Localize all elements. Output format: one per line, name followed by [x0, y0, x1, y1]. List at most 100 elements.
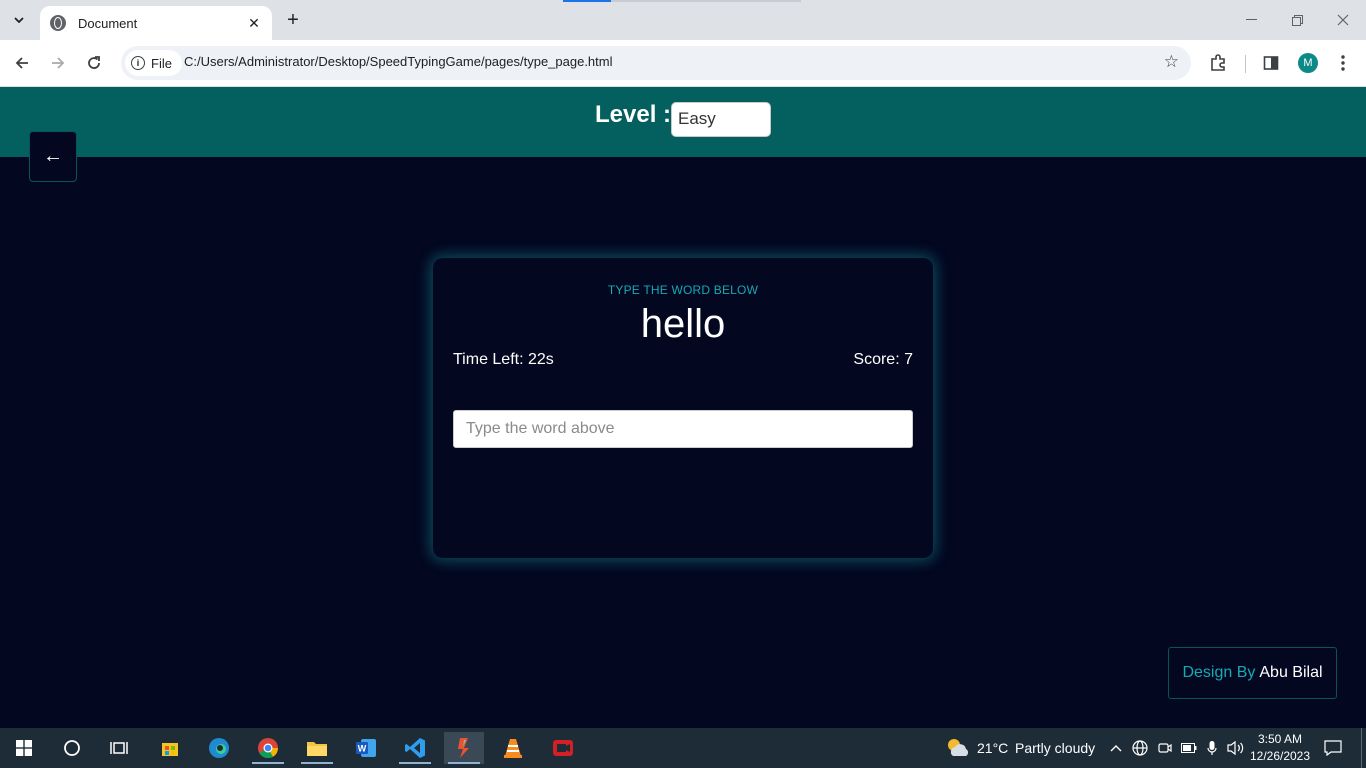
- task-view-icon: [110, 742, 128, 754]
- vscode-icon: [405, 738, 425, 758]
- recorder-icon: [553, 740, 573, 756]
- score: Score: 7: [853, 351, 913, 368]
- vlc-icon: [504, 739, 522, 758]
- profile-avatar[interactable]: M: [1298, 53, 1318, 73]
- app-icon: [458, 738, 469, 758]
- chrome-active-indicator: [252, 762, 284, 764]
- site-info-label: File: [151, 55, 172, 71]
- network-tray[interactable]: [1130, 738, 1150, 758]
- chrome-button[interactable]: [248, 732, 288, 764]
- chrome-icon: [258, 738, 279, 759]
- task-view-button[interactable]: [100, 732, 140, 764]
- level-select[interactable]: Easy: [671, 102, 771, 137]
- recorder-button[interactable]: [543, 732, 583, 764]
- credit-name: Abu Bilal: [1259, 664, 1323, 681]
- tab-indicator-track: [611, 0, 801, 2]
- show-desktop-button[interactable]: [1361, 728, 1362, 768]
- arrow-left-icon: ←: [43, 145, 63, 167]
- forward-nav-button[interactable]: [45, 50, 71, 76]
- search-icon: [64, 740, 80, 756]
- arrow-right-icon: [52, 57, 65, 69]
- camera-icon: [1158, 743, 1172, 753]
- file-explorer-icon: [307, 742, 327, 756]
- more-vertical-icon: [1341, 55, 1345, 71]
- vscode-active-indicator: [399, 762, 431, 764]
- notification-icon: [1324, 740, 1342, 756]
- vlc-button[interactable]: [493, 732, 533, 764]
- browser-tabstrip: Document ✕ +: [0, 0, 1366, 40]
- edge-icon: [209, 738, 229, 758]
- close-tab-icon[interactable]: ✕: [246, 15, 262, 32]
- reload-icon: [88, 56, 100, 69]
- bookmark-star-icon[interactable]: ☆: [1164, 52, 1179, 72]
- reload-button[interactable]: [81, 50, 107, 76]
- arrow-left-icon: [15, 57, 28, 69]
- restore-icon: [1291, 14, 1303, 26]
- instruction-text: TYPE THE WORD BELOW: [607, 283, 759, 297]
- file-explorer-button[interactable]: [297, 732, 337, 764]
- side-panel-icon: [1263, 56, 1279, 70]
- restore-button[interactable]: [1274, 8, 1320, 32]
- meet-now-tray[interactable]: [1155, 738, 1175, 758]
- active-app-button[interactable]: [444, 732, 484, 764]
- show-hidden-icons[interactable]: [1106, 738, 1126, 758]
- active-app-indicator: [448, 762, 480, 764]
- clock-date: 12/26/2023: [1249, 749, 1311, 763]
- tab-title: Document: [78, 15, 138, 31]
- weather-temp[interactable]: 21°C: [977, 740, 1008, 756]
- vscode-button[interactable]: [395, 732, 435, 764]
- toolbar-separator: [1245, 55, 1246, 73]
- tab-search-button[interactable]: [6, 8, 32, 32]
- word-input[interactable]: [453, 410, 913, 448]
- url-text[interactable]: C:/Users/Administrator/Desktop/SpeedTypi…: [184, 54, 613, 69]
- design-credit: Design By Abu Bilal: [1168, 647, 1337, 699]
- back-button[interactable]: ←: [29, 131, 77, 182]
- volume-tray[interactable]: [1226, 738, 1246, 758]
- weather-widget[interactable]: [938, 732, 978, 764]
- globe-network-icon: [1132, 740, 1148, 756]
- minimize-icon: [1245, 19, 1257, 20]
- partly-cloudy-icon: [948, 739, 969, 756]
- close-icon: [1337, 14, 1349, 26]
- store-icon: [162, 743, 178, 756]
- battery-tray[interactable]: [1179, 738, 1199, 758]
- browser-menu-button[interactable]: [1330, 50, 1356, 76]
- start-button[interactable]: [4, 732, 44, 764]
- chevron-down-icon: [14, 17, 24, 23]
- chevron-up-icon: [1110, 745, 1122, 752]
- weather-desc[interactable]: Partly cloudy: [1015, 740, 1095, 756]
- level-label: Level :: [595, 101, 672, 128]
- search-button[interactable]: [52, 732, 92, 764]
- new-tab-button[interactable]: +: [282, 8, 304, 32]
- game-card: TYPE THE WORD BELOW hello Time Left: 22s…: [433, 258, 933, 558]
- tab-indicator: [563, 0, 611, 2]
- word-button[interactable]: W: [346, 732, 386, 764]
- minimize-button[interactable]: [1228, 8, 1274, 32]
- browser-tab[interactable]: Document ✕: [40, 6, 272, 40]
- credit-prefix: Design By: [1182, 664, 1256, 681]
- address-bar[interactable]: i File C:/Users/Administrator/Desktop/Sp…: [121, 46, 1191, 80]
- side-panel-button[interactable]: [1258, 50, 1284, 76]
- system-clock[interactable]: 3:50 AM 12/26/2023: [1246, 731, 1314, 765]
- microphone-icon: [1207, 741, 1217, 755]
- close-window-button[interactable]: [1320, 8, 1366, 32]
- edge-button[interactable]: [199, 732, 239, 764]
- explorer-active-indicator: [301, 762, 333, 764]
- notifications-button[interactable]: [1323, 738, 1343, 758]
- word-icon: W: [356, 739, 376, 757]
- battery-icon: [1181, 743, 1197, 753]
- target-word: hello: [640, 302, 726, 346]
- clock-time: 3:50 AM: [1257, 732, 1303, 746]
- extensions-button[interactable]: [1205, 50, 1231, 76]
- microphone-tray[interactable]: [1202, 738, 1222, 758]
- start-icon: [16, 740, 32, 756]
- store-button[interactable]: [150, 732, 190, 764]
- globe-icon: [50, 15, 66, 31]
- level-header: Level : Easy: [0, 87, 1366, 157]
- info-icon: i: [131, 56, 145, 70]
- site-info-chip[interactable]: i File: [125, 50, 182, 76]
- svg-text:W: W: [358, 744, 367, 754]
- page-content: Level : Easy ← TYPE THE WORD BELOW hello…: [0, 87, 1366, 728]
- back-nav-button[interactable]: [9, 50, 35, 76]
- puzzle-icon: [1211, 54, 1225, 71]
